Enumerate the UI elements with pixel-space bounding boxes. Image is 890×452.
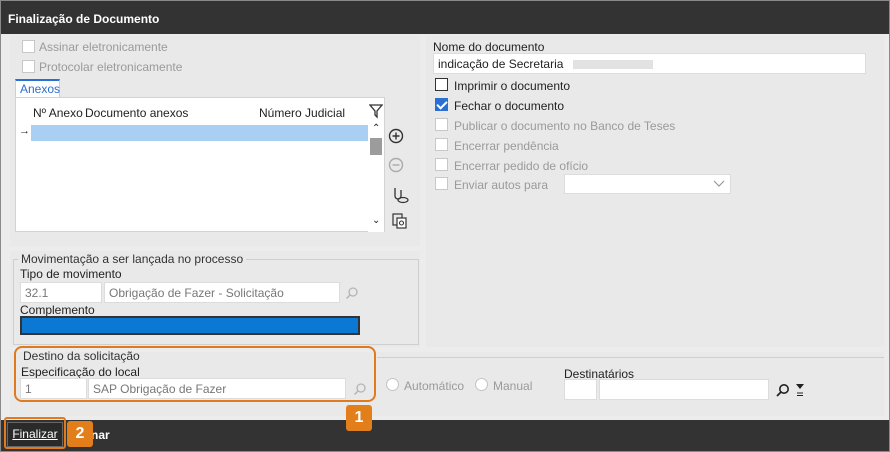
dropdown-filter-icon[interactable] [795,382,805,397]
row-pointer-icon: → [19,125,30,137]
chevron-down-icon[interactable] [713,180,725,188]
add-icon[interactable] [388,128,404,144]
fechar-checkbox[interactable] [435,98,448,111]
destinatarios-desc-input[interactable] [599,379,769,400]
callout-1: 1 [346,405,372,431]
scroll-thumb[interactable] [370,138,382,155]
tipo-movimento-desc[interactable]: Obrigação de Fazer - Solicitação [104,282,340,303]
tipo-movimento-code[interactable]: 32.1 [20,282,102,303]
imprimir-label: Imprimir o documento [454,79,571,93]
copy-attachments-icon[interactable] [391,212,409,230]
left-panel: Assinar eletronicamente Protocolar eletr… [10,36,420,246]
remove-icon[interactable] [388,157,404,173]
enviar-autos-label: Enviar autos para [454,178,549,192]
attach-view-icon[interactable] [391,186,409,204]
callout-2: 2 [67,421,93,447]
protocolar-checkbox[interactable] [22,60,35,73]
tab-anexos[interactable]: Anexos [15,79,60,97]
local-desc-input[interactable]: SAP Obrigação de Fazer [88,378,346,399]
destinatarios-code-input[interactable] [564,379,597,400]
encerrar-pendencia-checkbox[interactable] [435,138,448,151]
automatico-radio[interactable] [386,378,399,391]
col-documento-anexos[interactable]: Documento anexos [85,106,188,120]
enviar-autos-select[interactable] [564,174,731,194]
destino-legend: Destino da solicitação [23,349,140,363]
encerrar-oficio-checkbox[interactable] [435,158,448,171]
fechar-label: Fechar o documento [454,99,565,113]
publicar-checkbox[interactable] [435,118,448,131]
nome-documento-input[interactable]: indicação de Secretaria [433,53,866,74]
nome-documento-value: indicação de Secretaria [438,57,564,71]
local-code-input[interactable]: 1 [20,378,87,399]
enviar-autos-checkbox[interactable] [435,177,448,190]
manual-radio[interactable] [475,378,488,391]
right-panel: Nome do documento indicação de Secretari… [426,36,884,347]
redacted-text [572,60,653,70]
protocolar-label: Protocolar eletronicamente [39,60,183,74]
nome-documento-label: Nome do documento [433,40,545,54]
strip-divider [377,357,884,358]
col-n-anexo[interactable]: Nº Anexo [33,106,83,120]
assinar-label: Assinar eletronicamente [39,40,168,54]
table-row-selected[interactable] [31,125,368,141]
search-icon[interactable] [345,286,359,300]
manual-label: Manual [493,379,533,393]
imprimir-checkbox[interactable] [435,78,448,91]
vertical-scrollbar[interactable]: ⌃ ⌄ [368,123,384,232]
encerrar-pendencia-label: Encerrar pendência [454,139,559,153]
especificacao-label: Especificação do local [21,365,140,379]
search-local-icon[interactable] [353,382,367,396]
cancelar-button[interactable]: nar [91,428,110,442]
scroll-up-icon[interactable]: ⌃ [372,123,380,134]
publicar-label: Publicar o documento no Banco de Teses [454,119,676,133]
anexos-table: Nº Anexo Documento anexos Número Judicia… [15,97,385,232]
complemento-label: Complemento [20,303,95,317]
scroll-down-icon[interactable]: ⌄ [372,215,380,226]
automatico-label: Automático [404,379,465,393]
search-destinatarios-icon[interactable] [775,383,790,398]
filter-icon[interactable] [369,104,383,120]
encerrar-oficio-label: Encerrar pedido de ofício [454,159,589,173]
finalizacao-dialog: Finalização de Documento Assinar eletron… [0,0,890,452]
col-numero-judicial[interactable]: Número Judicial [259,106,345,120]
assinar-checkbox[interactable] [22,40,35,53]
tipo-movimento-label: Tipo de movimento [20,267,122,281]
complemento-input[interactable] [20,316,360,335]
window-title: Finalização de Documento [1,1,889,34]
bottom-bar [1,420,889,451]
movimentacao-legend: Movimentação a ser lançada no processo [18,252,247,266]
finalizar-highlight [4,417,66,449]
